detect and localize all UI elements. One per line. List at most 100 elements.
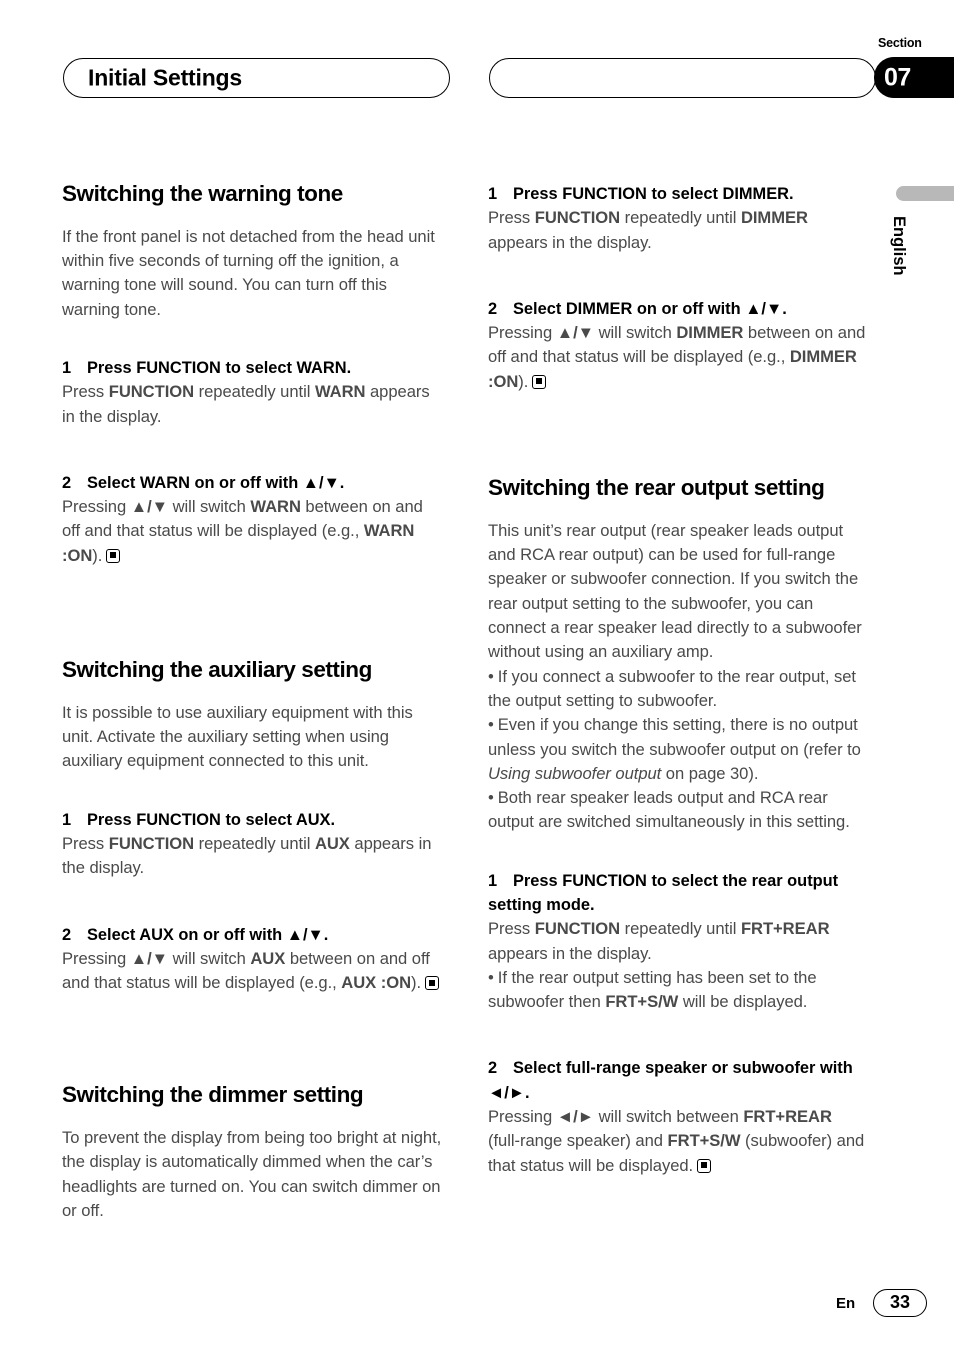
manual-page: Initial Settings Section 07 English Swit… (0, 0, 954, 1355)
kw-dimmer: DIMMER (676, 323, 744, 343)
edge-thumb-bar (896, 186, 954, 201)
step-dimmer-1-number: 1 (488, 185, 498, 203)
step-dimmer-2-title: 2 Select DIMMER on or off with ▲/▼. (488, 297, 868, 321)
step-warn-1-title: 1 Press FUNCTION to select WARN. (62, 356, 442, 380)
heading-switching-warning-tone: Switching the warning tone (62, 181, 343, 206)
t: ). (411, 973, 422, 993)
intro-warning-tone: If the front panel is not detached from … (62, 226, 435, 319)
kw-frt-rear: FRT+REAR (740, 919, 830, 939)
step-dimmer-1-title: 1 Press FUNCTION to select DIMMER. (488, 182, 868, 206)
t: Press (62, 833, 109, 853)
step-rear-output-2-body: Pressing ◄/► will switch between FRT+REA… (488, 1107, 864, 1175)
bullet-icon: • (488, 788, 494, 808)
step-rear-output-1-bullet: • If the rear output setting has been set… (488, 966, 868, 1015)
step-warn-1-title-text: Press FUNCTION to select WARN. (87, 358, 352, 377)
step-aux-2-body: Pressing ▲/▼ will switch AUX between on … (62, 948, 440, 993)
updown-arrows: ▲/▼ (130, 948, 169, 968)
kw-aux: AUX (314, 833, 350, 853)
bullet-rear-output-1: • If you connect a subwoofer to the rear … (488, 665, 868, 714)
step-dimmer-2-body: Pressing ▲/▼ will switch DIMMER between … (488, 323, 865, 391)
step-aux-2: 2 Select AUX on or off with ▲/▼. Pressing… (62, 923, 442, 996)
step-dimmer-2-title-text: Select DIMMER on or off with ▲/▼. (513, 299, 787, 318)
end-of-section-icon (697, 1158, 712, 1173)
t: appears in the display. (488, 943, 652, 963)
step-rear-output-2-number: 2 (488, 1059, 498, 1078)
t: will switch (168, 497, 251, 517)
step-rear-output-2-title: 2 Select full-range speaker or subwoofer … (488, 1056, 868, 1105)
step-dimmer-1-title-text: Press FUNCTION to select DIMMER. (513, 185, 794, 203)
step-rear-output-1-title-text: Press FUNCTION to select the rear output… (488, 871, 839, 914)
updown-arrows: ▲/▼ (556, 323, 595, 343)
kw-warn: WARN (314, 382, 366, 402)
step-aux-1-title-text: Press FUNCTION to select AUX. (87, 810, 336, 829)
kw-aux: AUX (250, 948, 286, 968)
end-of-section-icon (106, 548, 121, 563)
step-warn-1-number: 1 (62, 358, 72, 377)
t: Even if you change this setting, there i… (488, 715, 861, 759)
step-dimmer-2-number: 2 (488, 299, 498, 318)
section-number-tab: 07 (874, 57, 954, 98)
kw-function: FUNCTION (108, 382, 195, 402)
step-rear-output-2-title-text: Select full-range speaker or subwoofer w… (488, 1059, 853, 1102)
step-warn-2-number: 2 (62, 473, 72, 492)
step-rear-output-1-number: 1 (488, 871, 498, 890)
bullet-text: Both rear speaker leads output and RCA r… (488, 788, 850, 832)
t: on page 30). (661, 763, 759, 783)
intro-dimmer-setting: To prevent the display from being too br… (62, 1128, 442, 1221)
t: will be displayed. (678, 992, 808, 1012)
step-warn-1: 1 Press FUNCTION to select WARN. Press FU… (62, 356, 442, 429)
step-rear-output-2: 2 Select full-range speaker or subwoofer … (488, 1056, 868, 1177)
page-title: Initial Settings (88, 64, 242, 91)
t: repeatedly until (194, 833, 315, 853)
t: Press (62, 382, 109, 402)
t: appears in the display. (488, 232, 652, 252)
leftright-arrows: ◄/► (556, 1107, 595, 1127)
kw-aux-on: AUX :ON (341, 973, 412, 993)
kw-function: FUNCTION (534, 919, 621, 939)
step-warn-1-body: Press FUNCTION repeatedly until WARN app… (62, 382, 430, 425)
kw-frt-sw: FRT+S/W (667, 1131, 741, 1151)
step-warn-2-title: 2 Select WARN on or off with ▲/▼. (62, 471, 442, 495)
step-rear-output-1-body: Press FUNCTION repeatedly until FRT+REAR… (488, 919, 830, 962)
language-label: English (890, 216, 908, 276)
step-rear-output-1-title: 1 Press FUNCTION to select the rear outpu… (488, 869, 868, 918)
step-dimmer-1-body: Press FUNCTION repeatedly until DIMMER a… (488, 208, 808, 251)
heading-switching-auxiliary-setting: Switching the auxiliary setting (62, 657, 372, 683)
t: repeatedly until (620, 919, 741, 939)
kw-frt-rear: FRT+REAR (743, 1107, 832, 1127)
page-title-box: Initial Settings (63, 58, 450, 98)
kw-function: FUNCTION (534, 208, 621, 228)
t: Pressing (488, 323, 557, 343)
bullet-rear-output-3: • Both rear speaker leads output and RCA … (488, 786, 868, 835)
t: Pressing (62, 497, 131, 517)
t: Pressing (488, 1107, 557, 1127)
t: (full-range speaker) and (488, 1131, 668, 1151)
header-right-box (489, 58, 876, 98)
left-column: Switching the warning tone If the front … (62, 181, 442, 1223)
kw-warn: WARN (250, 497, 301, 517)
t: ). (92, 545, 103, 565)
step-aux-1-body: Press FUNCTION repeatedly until AUX appe… (62, 834, 431, 877)
t: Press (488, 208, 535, 228)
heading-switching-rear-output-setting: Switching the rear output setting (488, 475, 825, 501)
step-warn-2-body: Pressing ▲/▼ will switch WARN between on… (62, 497, 423, 565)
right-column: 1 Press FUNCTION to select DIMMER. Press … (488, 182, 868, 1196)
step-aux-2-number: 2 (62, 925, 72, 944)
t: Press (488, 919, 535, 939)
step-aux-1-title: 1 Press FUNCTION to select AUX. (62, 808, 442, 832)
updown-arrows: ▲/▼ (130, 497, 169, 517)
bullet-icon: • (488, 666, 494, 686)
bullet-rear-output-2: • Even if you change this setting, there … (488, 713, 868, 786)
t: will switch (594, 323, 677, 343)
step-dimmer-1: 1 Press FUNCTION to select DIMMER. Press … (488, 182, 868, 255)
t: repeatedly until (194, 382, 315, 402)
intro-rear-output-setting: This unit’s rear output (rear speaker le… (488, 520, 862, 662)
step-warn-2-title-text: Select WARN on or off with ▲/▼. (87, 473, 345, 492)
t: Pressing (62, 948, 131, 968)
bullet-icon: • (488, 967, 494, 987)
step-warn-2: 2 Select WARN on or off with ▲/▼. Pressin… (62, 471, 442, 568)
section-label: Section (878, 36, 922, 50)
footer-page-number: 33 (873, 1289, 927, 1317)
end-of-section-icon (532, 374, 547, 389)
step-dimmer-2: 2 Select DIMMER on or off with ▲/▼. Press… (488, 297, 868, 394)
